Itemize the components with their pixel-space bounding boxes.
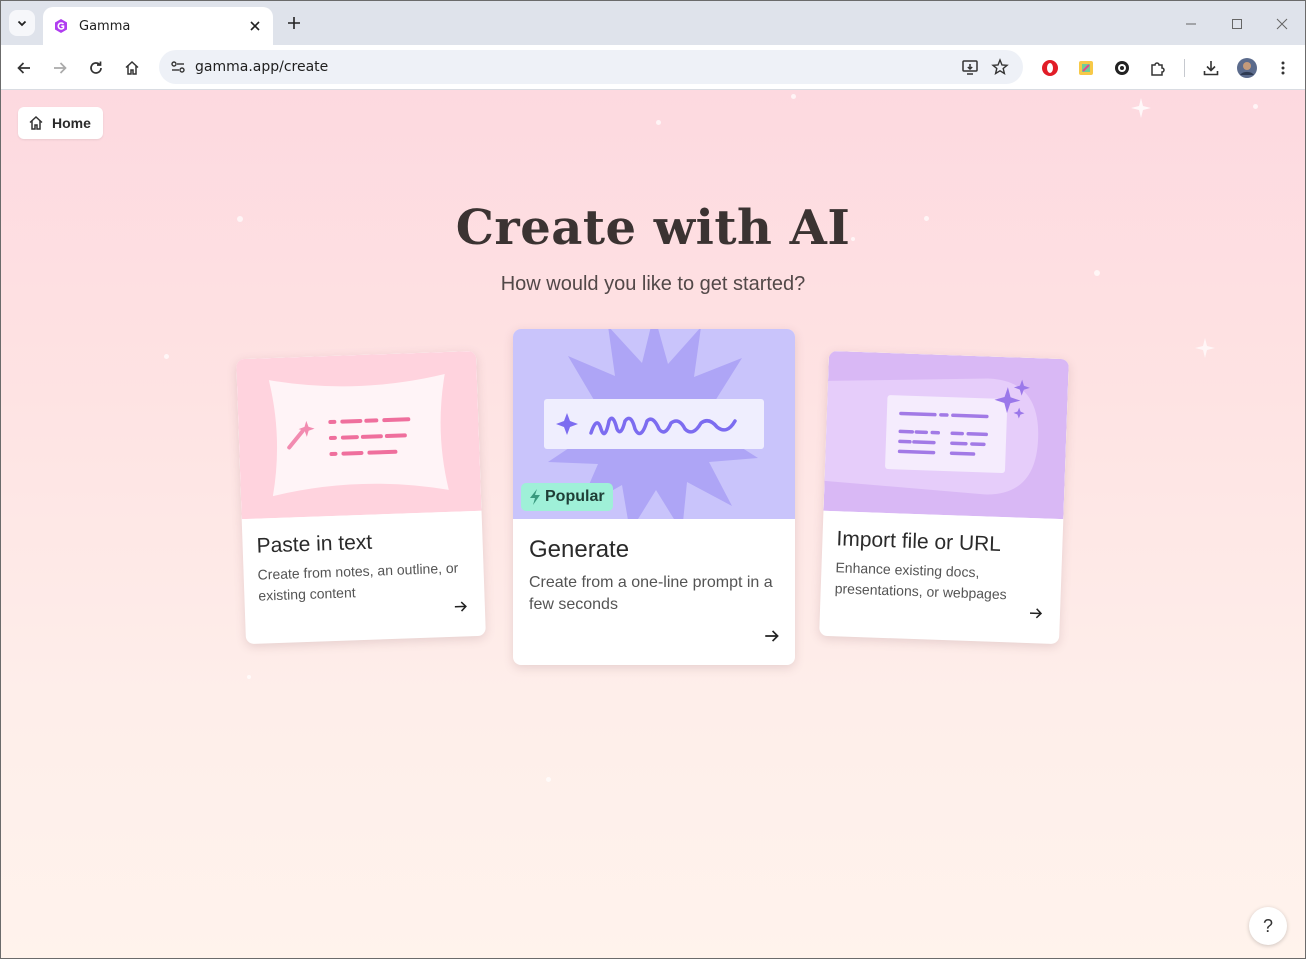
home-browser-button[interactable] <box>119 55 145 81</box>
close-icon <box>1276 18 1288 30</box>
colorpicker-extension-icon <box>1079 61 1093 75</box>
kebab-menu-icon <box>1281 61 1285 75</box>
page-subtitle: How would you like to get started? <box>500 273 806 295</box>
download-icon <box>1203 61 1219 76</box>
arrow-left-icon <box>17 62 30 74</box>
new-tab-button[interactable] <box>283 12 305 34</box>
profile-button[interactable] <box>1234 55 1260 81</box>
bookmark-star-icon[interactable] <box>985 52 1015 82</box>
install-app-icon[interactable] <box>955 52 985 82</box>
card-description: Create from a one-line prompt in a few s… <box>529 574 773 613</box>
maximize-icon <box>1232 19 1242 29</box>
maximize-button[interactable] <box>1224 11 1250 37</box>
address-bar[interactable]: gamma.app/create <box>159 50 1023 84</box>
forward-button[interactable] <box>47 55 73 81</box>
reload-button[interactable] <box>83 55 109 81</box>
generate-card[interactable]: Popular Generate Create from a one-line … <box>513 329 795 665</box>
paste-text-illustration <box>236 350 482 520</box>
gamma-favicon-icon <box>53 18 69 34</box>
home-icon <box>29 115 43 130</box>
card-description: Create from notes, an outline, or existi… <box>257 559 459 604</box>
paste-in-text-card[interactable]: Paste in text Create from notes, an outl… <box>236 350 486 645</box>
extension-gear-button[interactable] <box>1109 55 1135 81</box>
site-info-icon[interactable] <box>161 50 195 84</box>
close-tab-icon[interactable] <box>247 18 263 34</box>
sparkle-icon <box>1131 98 1151 118</box>
opera-extension-icon <box>1042 60 1058 76</box>
extension-opera-button[interactable] <box>1037 55 1063 81</box>
home-button[interactable]: Home <box>18 107 103 139</box>
import-file-card[interactable]: Import file or URL Enhance existing docs… <box>819 350 1069 645</box>
extension-color-button[interactable] <box>1073 55 1099 81</box>
minimize-button[interactable] <box>1178 11 1204 37</box>
tab-search-button[interactable] <box>9 10 35 36</box>
back-button[interactable] <box>11 55 37 81</box>
popular-badge: Popular <box>521 483 613 511</box>
tab-gamma[interactable]: Gamma <box>43 7 273 45</box>
import-illustration <box>823 350 1069 520</box>
lightning-icon <box>530 489 540 505</box>
arrow-right-icon <box>763 627 781 645</box>
browser-toolbar: gamma.app/create <box>1 45 1305 90</box>
browser-window: Gamma gamma.app/create Home Create with … <box>0 0 1306 959</box>
avatar <box>1237 58 1257 78</box>
badge-label: Popular <box>545 488 605 505</box>
downloads-button[interactable] <box>1198 55 1224 81</box>
page-title: Create with AI <box>455 200 851 256</box>
card-description: Enhance existing docs, presentations, or… <box>834 559 1007 603</box>
sun-extension-icon <box>1115 61 1129 75</box>
card-title: Import file or URL <box>836 527 1002 557</box>
browser-menu-button[interactable] <box>1270 55 1296 81</box>
arrow-right-icon <box>1028 605 1047 624</box>
sparkle-icon <box>1195 338 1215 358</box>
help-button[interactable]: ? <box>1249 907 1287 945</box>
puzzle-icon <box>1151 62 1165 76</box>
plus-icon <box>288 17 300 29</box>
page-content: Home Create with AI How would you like t… <box>1 90 1305 958</box>
tab-title: Gamma <box>79 18 131 34</box>
tab-strip: Gamma <box>1 1 1305 45</box>
home-label: Home <box>52 115 91 131</box>
card-title: Paste in text <box>256 530 373 558</box>
home-icon <box>125 60 139 75</box>
reload-icon <box>90 61 102 74</box>
extensions-button[interactable] <box>1145 55 1171 81</box>
close-window-button[interactable] <box>1269 11 1295 37</box>
arrow-right-icon <box>54 62 67 74</box>
card-title: Generate <box>529 536 630 563</box>
minimize-icon <box>1186 23 1196 25</box>
chevron-down-icon <box>17 20 27 27</box>
url-text: gamma.app/create <box>195 59 329 75</box>
toolbar-separator <box>1184 59 1185 77</box>
arrow-right-icon <box>453 598 472 617</box>
